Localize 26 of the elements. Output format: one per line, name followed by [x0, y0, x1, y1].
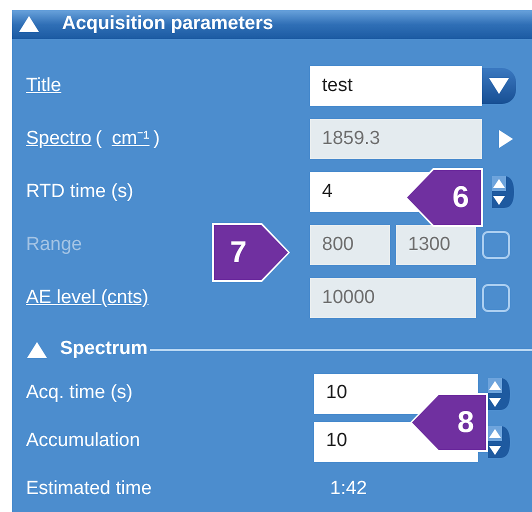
play-arrow-icon[interactable]	[498, 129, 514, 149]
field-label: RTD time (s)	[26, 180, 134, 204]
input-field: 1300	[396, 225, 476, 265]
field-label: Accumulation	[25, 429, 142, 454]
panel-title: Acquisition parameters	[62, 12, 274, 36]
collapse-icon[interactable]	[18, 15, 40, 34]
field-label: Range	[26, 232, 82, 257]
label-link[interactable]: Title	[26, 72, 62, 100]
value-text: 1:42	[329, 477, 367, 502]
label-link[interactable]: Spectro	[26, 124, 92, 154]
input-field: 1859.3	[310, 119, 482, 159]
dropdown-field[interactable]: test	[310, 66, 482, 106]
parenthesis: (	[95, 126, 102, 151]
input-field: 10000	[310, 278, 476, 318]
input-field: 800	[310, 225, 390, 265]
field-label: Estimated time	[25, 477, 153, 502]
checkbox[interactable]	[482, 284, 510, 312]
unit-link[interactable]: cm⁻¹	[112, 124, 150, 154]
collapse-icon[interactable]	[26, 340, 48, 358]
field-label: Acq. time (s)	[25, 381, 134, 406]
parenthesis: )	[153, 126, 160, 151]
section-title: Spectrum	[60, 337, 148, 362]
label-link[interactable]: AE level (cnts)	[26, 284, 148, 312]
panel-header[interactable]: Acquisition parameters	[12, 10, 532, 38]
dropdown-button[interactable]	[482, 68, 516, 104]
dropdown-caret-icon[interactable]	[488, 77, 510, 95]
